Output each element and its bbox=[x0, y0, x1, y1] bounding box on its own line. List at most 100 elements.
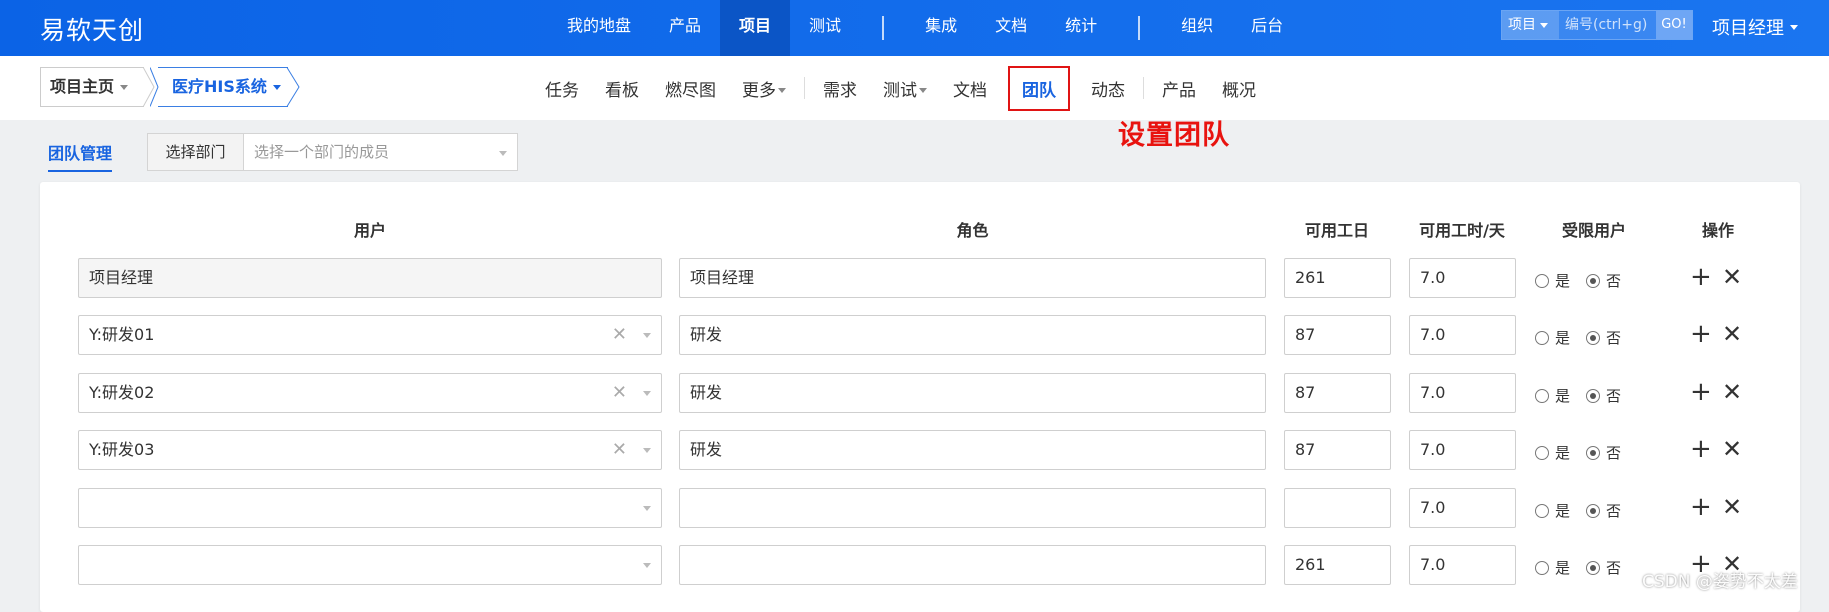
delete-row-icon[interactable]: ✕ bbox=[1722, 379, 1742, 405]
search-go-button[interactable]: GO! bbox=[1656, 11, 1692, 39]
add-row-icon[interactable]: + bbox=[1690, 264, 1712, 290]
limited-yes-radio[interactable] bbox=[1535, 388, 1549, 403]
search-type-label: 项目 bbox=[1508, 17, 1536, 33]
user-select[interactable] bbox=[78, 545, 662, 585]
nav-docs[interactable]: 文档 bbox=[976, 0, 1046, 56]
user-select[interactable]: Y:研发03 ✕ bbox=[78, 430, 662, 470]
brand-logo[interactable]: 易软天创 bbox=[40, 11, 144, 47]
breadcrumb-home-label: 项目主页 bbox=[50, 77, 115, 96]
role-value: 项目经理 bbox=[690, 268, 755, 287]
search-input[interactable]: 编号(ctrl+g) bbox=[1559, 11, 1656, 39]
header-days: 可用工日 bbox=[1304, 221, 1369, 240]
user-select[interactable]: Y:研发01 ✕ bbox=[78, 315, 662, 355]
add-row-icon[interactable]: + bbox=[1690, 379, 1712, 405]
limited-yes-radio[interactable] bbox=[1535, 445, 1549, 460]
limited-no-radio[interactable] bbox=[1586, 503, 1601, 518]
limited-no-radio[interactable] bbox=[1586, 388, 1601, 403]
role-input[interactable]: 项目经理 bbox=[679, 258, 1266, 298]
days-input[interactable]: 261 bbox=[1284, 258, 1391, 298]
user-menu[interactable]: 项目经理 bbox=[1712, 14, 1798, 40]
days-input[interactable]: 261 bbox=[1284, 545, 1391, 585]
department-label: 选择部门 bbox=[148, 134, 244, 170]
chevron-down-icon bbox=[643, 333, 651, 338]
add-row-icon[interactable]: + bbox=[1690, 321, 1712, 347]
delete-row-icon[interactable]: ✕ bbox=[1722, 321, 1742, 347]
hours-value: 7.0 bbox=[1420, 268, 1446, 287]
limited-no-radio[interactable] bbox=[1586, 273, 1601, 288]
limited-yes-label: 是 bbox=[1555, 502, 1571, 520]
role-input[interactable] bbox=[679, 545, 1266, 585]
breadcrumb-project[interactable]: 医疗HIS系统 bbox=[158, 67, 288, 107]
main-nav: 我的地盘 产品 项目 测试 集成 文档 统计 组织 后台 bbox=[548, 0, 1302, 56]
clear-icon[interactable]: ✕ bbox=[612, 316, 627, 354]
role-input[interactable]: 研发 bbox=[679, 430, 1266, 470]
subnav-kanban[interactable]: 看板 bbox=[592, 76, 652, 101]
delete-row-icon[interactable]: ✕ bbox=[1722, 494, 1742, 520]
breadcrumb-project-label: 医疗HIS系统 bbox=[172, 77, 267, 96]
chevron-down-icon bbox=[643, 391, 651, 396]
hours-input[interactable]: 7.0 bbox=[1409, 258, 1516, 298]
subnav-team[interactable]: 团队 bbox=[1008, 65, 1070, 111]
role-input[interactable] bbox=[679, 488, 1266, 528]
limited-no-label: 否 bbox=[1606, 272, 1622, 290]
nav-org[interactable]: 组织 bbox=[1162, 0, 1232, 56]
days-input[interactable]: 87 bbox=[1284, 373, 1391, 413]
delete-row-icon[interactable]: ✕ bbox=[1722, 436, 1742, 462]
nav-test[interactable]: 测试 bbox=[790, 0, 860, 56]
user-select[interactable]: Y:研发02 ✕ bbox=[78, 373, 662, 413]
clear-icon[interactable]: ✕ bbox=[612, 374, 627, 412]
subnav-overview[interactable]: 概况 bbox=[1209, 76, 1269, 101]
subnav-doc[interactable]: 文档 bbox=[940, 76, 1000, 101]
user-select[interactable]: 项目经理 bbox=[78, 258, 662, 298]
add-row-icon[interactable]: + bbox=[1690, 494, 1712, 520]
limited-yes-radio[interactable] bbox=[1535, 330, 1549, 345]
chevron-down-icon bbox=[643, 563, 651, 568]
chevron-down-icon bbox=[499, 151, 507, 156]
top-header: 易软天创 我的地盘 产品 项目 测试 集成 文档 统计 组织 后台 项目 编号(… bbox=[0, 0, 1829, 56]
hours-input[interactable]: 7.0 bbox=[1409, 373, 1516, 413]
role-input[interactable]: 研发 bbox=[679, 373, 1266, 413]
limited-yes-radio[interactable] bbox=[1535, 503, 1549, 518]
limited-yes-radio[interactable] bbox=[1535, 273, 1549, 288]
limited-yes-radio[interactable] bbox=[1535, 560, 1549, 575]
nav-integration[interactable]: 集成 bbox=[906, 0, 976, 56]
role-value: 研发 bbox=[690, 325, 723, 344]
role-value: 研发 bbox=[690, 383, 723, 402]
user-value: 项目经理 bbox=[89, 268, 154, 287]
hours-input[interactable]: 7.0 bbox=[1409, 315, 1516, 355]
user-select[interactable] bbox=[78, 488, 662, 528]
subnav-more[interactable]: 更多 bbox=[729, 76, 799, 101]
hours-input[interactable]: 7.0 bbox=[1409, 488, 1516, 528]
subnav-product[interactable]: 产品 bbox=[1149, 76, 1209, 101]
limited-no-radio[interactable] bbox=[1586, 560, 1601, 575]
days-input[interactable]: 87 bbox=[1284, 315, 1391, 355]
subnav-story[interactable]: 需求 bbox=[810, 76, 870, 101]
nav-my[interactable]: 我的地盘 bbox=[548, 0, 650, 56]
hours-value: 7.0 bbox=[1420, 383, 1446, 402]
delete-row-icon[interactable]: ✕ bbox=[1722, 264, 1742, 290]
nav-project[interactable]: 项目 bbox=[720, 0, 791, 56]
nav-product[interactable]: 产品 bbox=[650, 0, 720, 56]
tab-team-management[interactable]: 团队管理 bbox=[48, 140, 113, 172]
user-value: Y:研发03 bbox=[89, 440, 155, 459]
days-input[interactable] bbox=[1284, 488, 1391, 528]
role-input[interactable]: 研发 bbox=[679, 315, 1266, 355]
subnav-test[interactable]: 测试 bbox=[870, 76, 940, 101]
nav-stats[interactable]: 统计 bbox=[1046, 0, 1116, 56]
add-row-icon[interactable]: + bbox=[1690, 436, 1712, 462]
subnav-task[interactable]: 任务 bbox=[532, 76, 592, 101]
subnav-burndown[interactable]: 燃尽图 bbox=[652, 76, 729, 101]
limited-user-radio-group: 是 否 bbox=[1535, 327, 1621, 348]
breadcrumb-home[interactable]: 项目主页 bbox=[40, 67, 144, 107]
hours-input[interactable]: 7.0 bbox=[1409, 430, 1516, 470]
limited-no-label: 否 bbox=[1606, 444, 1622, 462]
limited-no-radio[interactable] bbox=[1586, 330, 1601, 345]
hours-input[interactable]: 7.0 bbox=[1409, 545, 1516, 585]
days-input[interactable]: 87 bbox=[1284, 430, 1391, 470]
clear-icon[interactable]: ✕ bbox=[612, 431, 627, 469]
nav-admin[interactable]: 后台 bbox=[1232, 0, 1302, 56]
limited-no-radio[interactable] bbox=[1586, 445, 1601, 460]
search-type-select[interactable]: 项目 bbox=[1502, 11, 1559, 39]
department-select[interactable]: 选择一个部门的成员 bbox=[244, 134, 517, 170]
subnav-dynamic[interactable]: 动态 bbox=[1078, 76, 1138, 101]
